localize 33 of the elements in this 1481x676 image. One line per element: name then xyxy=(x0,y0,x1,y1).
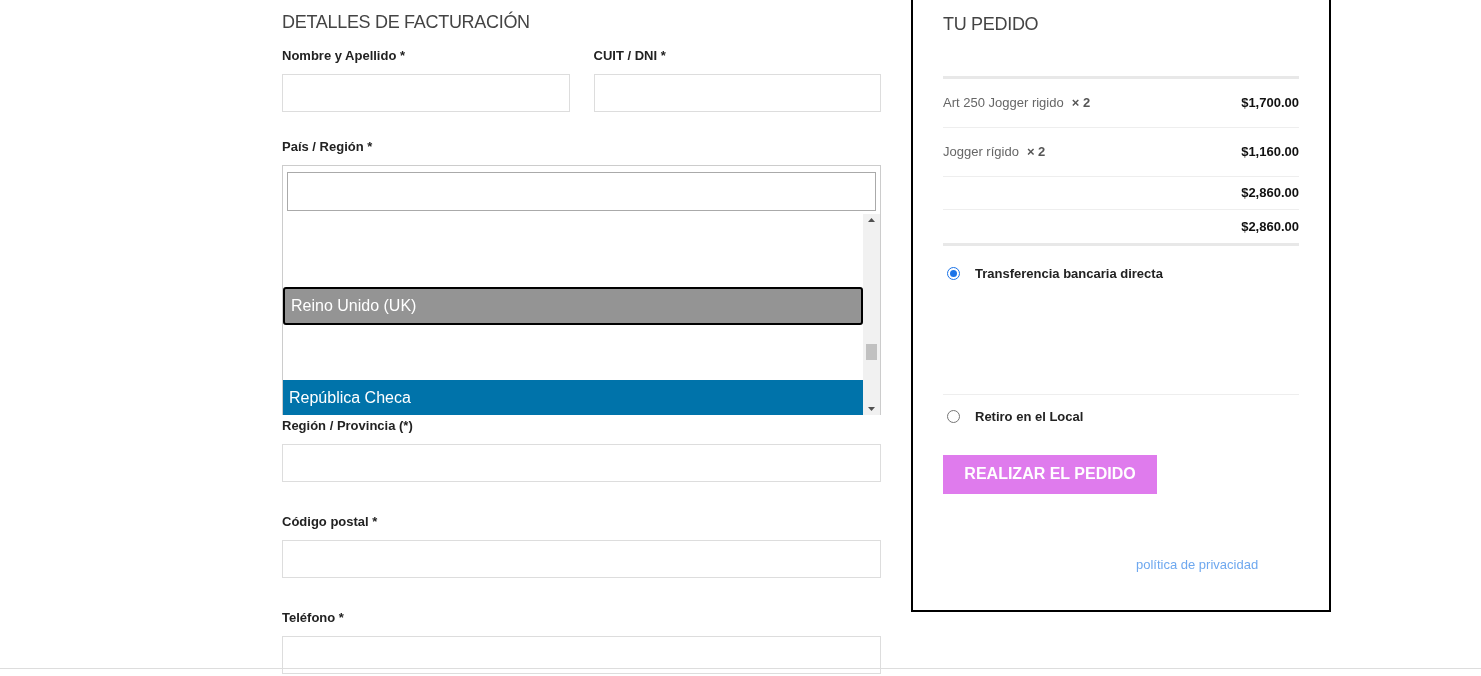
scroll-thumb[interactable] xyxy=(866,344,877,360)
dropdown-option[interactable]: República Checa xyxy=(283,380,863,415)
section-title: TU PEDIDO xyxy=(943,14,1040,34)
input-field[interactable] xyxy=(593,74,881,112)
product-quantity: × 2 xyxy=(1071,94,1091,113)
place-order-button[interactable]: REALIZAR EL PEDIDO xyxy=(943,454,1157,494)
input-field[interactable] xyxy=(282,540,881,578)
field-label: Teléfono * xyxy=(282,610,345,626)
section-title: DETALLES DE FACTURACIÓN xyxy=(282,12,531,32)
field-label: Código postal * xyxy=(282,514,379,530)
total-amount: $2,860.00 xyxy=(1241,184,1299,203)
scroll-down-icon[interactable] xyxy=(868,407,875,411)
field-label: CUIT / DNI * xyxy=(593,48,667,64)
country-dropdown[interactable]: Reino Unido (UK) República Checa xyxy=(282,165,881,415)
input-field[interactable] xyxy=(282,444,881,482)
total-amount: $2,860.00 xyxy=(1241,217,1299,236)
field-label: País / Región * xyxy=(282,139,374,155)
payment-method-label: Transferencia bancaria directa xyxy=(975,265,1163,283)
input-field[interactable] xyxy=(282,636,881,674)
payment-method-label: Retiro en el Local xyxy=(975,408,1084,426)
product-name: Art 250 Jogger rigido xyxy=(943,94,1064,113)
product-name: Jogger rígido xyxy=(943,143,1019,162)
product-quantity: × 2 xyxy=(1026,143,1046,162)
privacy-policy-link[interactable]: política de privacidad xyxy=(1136,556,1259,572)
product-price: $1,700.00 xyxy=(1241,94,1299,113)
scrollbar[interactable] xyxy=(863,214,880,415)
scroll-up-icon[interactable] xyxy=(868,218,875,222)
field-label: Nombre y Apellido * xyxy=(282,48,407,64)
product-price: $1,160.00 xyxy=(1241,143,1299,162)
search-field[interactable] xyxy=(287,172,876,211)
input-field[interactable] xyxy=(282,74,570,112)
dropdown-option[interactable]: Reino Unido (UK) xyxy=(283,287,863,325)
field-label: Región / Provincia (*) xyxy=(282,418,414,434)
